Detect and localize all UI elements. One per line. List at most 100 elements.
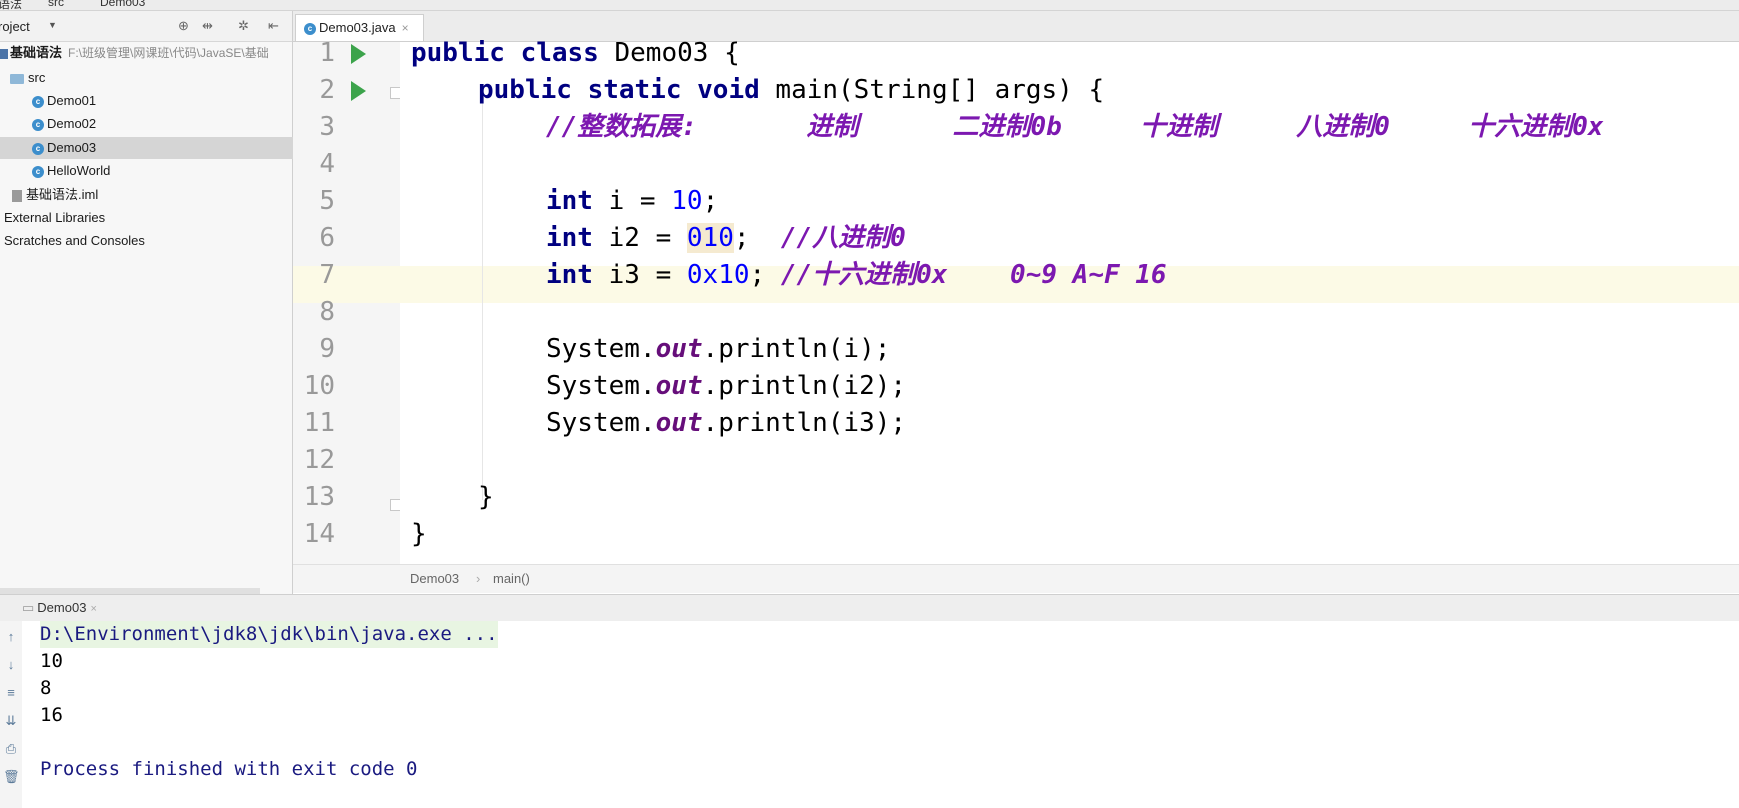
run-toolbar: ↑ ↓ ≡ ⇊ ⎙ 🗑 <box>0 621 23 808</box>
class-icon: c <box>32 95 44 108</box>
line-number: 4 <box>319 149 335 179</box>
line-number: 3 <box>319 112 335 142</box>
module-icon <box>0 48 8 59</box>
code-line-11: System.out.println(i3); <box>546 405 906 442</box>
tree-item-external-libraries[interactable]: External Libraries <box>0 207 296 229</box>
keyword: int <box>546 186 593 216</box>
arrow-down-icon[interactable]: ↓ <box>3 657 19 673</box>
line-number: 9 <box>319 334 335 364</box>
chevron-down-icon[interactable]: ▼ <box>48 20 57 30</box>
code-text: i = <box>592 186 672 216</box>
class-icon: c <box>304 22 316 35</box>
tree-item-label: Demo02 <box>47 116 97 131</box>
line-number: 8 <box>319 297 335 327</box>
run-tab-demo03[interactable]: ▭ Demo03 × <box>16 597 103 619</box>
code-line-3: //整数拓展: 进制 二进制0b 十进制 八进制0 十六进制0x <box>546 112 1604 142</box>
run-icon[interactable] <box>351 81 366 101</box>
project-panel: roject ▼ ⊕ ⇹ ✲ ⇤ 基础语法 F:\班级管理\网课班\代码\Java… <box>0 11 324 594</box>
folder-icon <box>10 73 24 84</box>
tree-item-label: 基础语法.iml <box>26 187 99 202</box>
breadcrumb-method[interactable]: main() <box>493 565 530 593</box>
module-path: F:\班级管理\网课班\代码\JavaSE\基础 <box>68 46 269 60</box>
code-editor[interactable]: public class Demo03 { public static void… <box>400 38 1739 564</box>
tree-item-label: 基础语法 <box>10 45 63 60</box>
tree-item-src[interactable]: src <box>0 67 302 89</box>
hide-panel-icon[interactable]: ⇤ <box>268 18 279 34</box>
close-icon[interactable]: × <box>90 603 96 615</box>
code-line-9: System.out.println(i); <box>546 331 890 368</box>
tree-item-label: src <box>28 70 46 85</box>
nav-crumb-src[interactable]: src <box>48 0 64 9</box>
project-panel-header: roject ▼ ⊕ ⇹ ✲ ⇤ <box>0 11 292 42</box>
run-panel-header: ▭ Demo03 × <box>0 594 1739 622</box>
arrow-up-icon[interactable]: ↑ <box>3 629 19 645</box>
code-text: System. <box>546 371 656 401</box>
tree-item-module[interactable]: 基础语法 F:\班级管理\网课班\代码\JavaSE\基础 <box>0 42 292 64</box>
tree-item-label: External Libraries <box>4 210 106 225</box>
code-text: main(String[] args) { <box>759 75 1105 105</box>
console-output-line: 8 <box>40 677 52 699</box>
code-line-1: public class Demo03 { <box>411 35 740 72</box>
code-text: ; <box>733 223 781 253</box>
class-icon: c <box>32 142 44 155</box>
code-line-14: } <box>411 519 427 549</box>
indent-guide <box>482 102 483 500</box>
line-number: 2 <box>319 75 335 105</box>
tree-item-iml[interactable]: 基础语法.iml <box>0 184 304 206</box>
editor-breadcrumb: Demo03 › main() <box>293 564 1739 593</box>
comment: //八进制0 <box>780 223 906 253</box>
tree-item-demo03[interactable]: c Demo03 <box>0 137 324 159</box>
tree-item-demo01[interactable]: c Demo01 <box>0 90 324 112</box>
tree-item-helloworld[interactable]: c HelloWorld <box>0 160 324 182</box>
code-line-13: } <box>478 482 494 512</box>
nav-crumb-module[interactable]: 语法 <box>0 0 22 10</box>
line-number: 6 <box>319 223 335 253</box>
tree-item-demo02[interactable]: c Demo02 <box>0 113 324 135</box>
soft-wrap-icon[interactable]: ≡ <box>3 685 19 701</box>
line-number: 1 <box>319 38 335 68</box>
project-view-selector[interactable]: roject <box>0 19 30 34</box>
tree-item-label: Scratches and Consoles <box>4 233 145 248</box>
navigation-bar: 语法 src Demo03 <box>0 0 1739 11</box>
code-text: System. <box>546 408 656 438</box>
nav-crumb-file[interactable]: Demo03 <box>100 0 145 9</box>
tree-item-label: HelloWorld <box>47 163 111 178</box>
code-text: Demo03 { <box>598 38 740 68</box>
run-tab-label: Demo03 <box>37 600 87 615</box>
number-literal: 0x10 <box>686 260 750 290</box>
close-icon[interactable]: × <box>402 21 409 35</box>
code-line-10: System.out.println(i2); <box>546 368 906 405</box>
code-text: .println(i); <box>702 334 891 364</box>
collapse-icon[interactable]: ⇹ <box>202 18 213 34</box>
trash-icon[interactable]: 🗑 <box>3 769 20 785</box>
code-text: .println(i2); <box>702 371 907 401</box>
console-command-line: D:\Environment\jdk8\jdk\bin\java.exe ... <box>40 621 498 648</box>
locate-icon[interactable]: ⊕ <box>178 18 189 34</box>
gear-icon[interactable]: ✲ <box>238 18 249 34</box>
tab-label: Demo03.java <box>319 20 396 35</box>
run-icon[interactable] <box>351 44 366 64</box>
line-number: 5 <box>319 186 335 216</box>
console-output[interactable]: D:\Environment\jdk8\jdk\bin\java.exe ...… <box>22 621 1739 808</box>
line-number: 7 <box>319 260 335 290</box>
keyword: public class <box>411 38 599 68</box>
static-field: out <box>655 408 703 438</box>
tree-item-label: Demo01 <box>47 93 97 108</box>
code-text: .println(i3); <box>702 408 907 438</box>
console-output-line: 10 <box>40 650 63 672</box>
line-number: 14 <box>303 519 335 549</box>
number-literal: 10 <box>671 186 703 216</box>
code-text: ; <box>749 260 781 290</box>
number-literal: 010 <box>686 223 734 253</box>
breadcrumb-class[interactable]: Demo03 <box>410 565 459 593</box>
line-number: 13 <box>303 482 335 512</box>
scroll-to-end-icon[interactable]: ⇊ <box>3 713 19 729</box>
static-field: out <box>655 371 703 401</box>
comment: //十六进制0x 0~9 A~F 16 <box>780 260 1167 290</box>
tree-item-scratches[interactable]: Scratches and Consoles <box>0 230 296 252</box>
code-line-5: int i = 10; <box>546 183 718 220</box>
tree-item-label: Demo03 <box>47 140 97 155</box>
code-line-2: public static void main(String[] args) { <box>478 72 1104 109</box>
console-output-line: 16 <box>40 704 63 726</box>
print-icon[interactable]: ⎙ <box>3 741 19 757</box>
